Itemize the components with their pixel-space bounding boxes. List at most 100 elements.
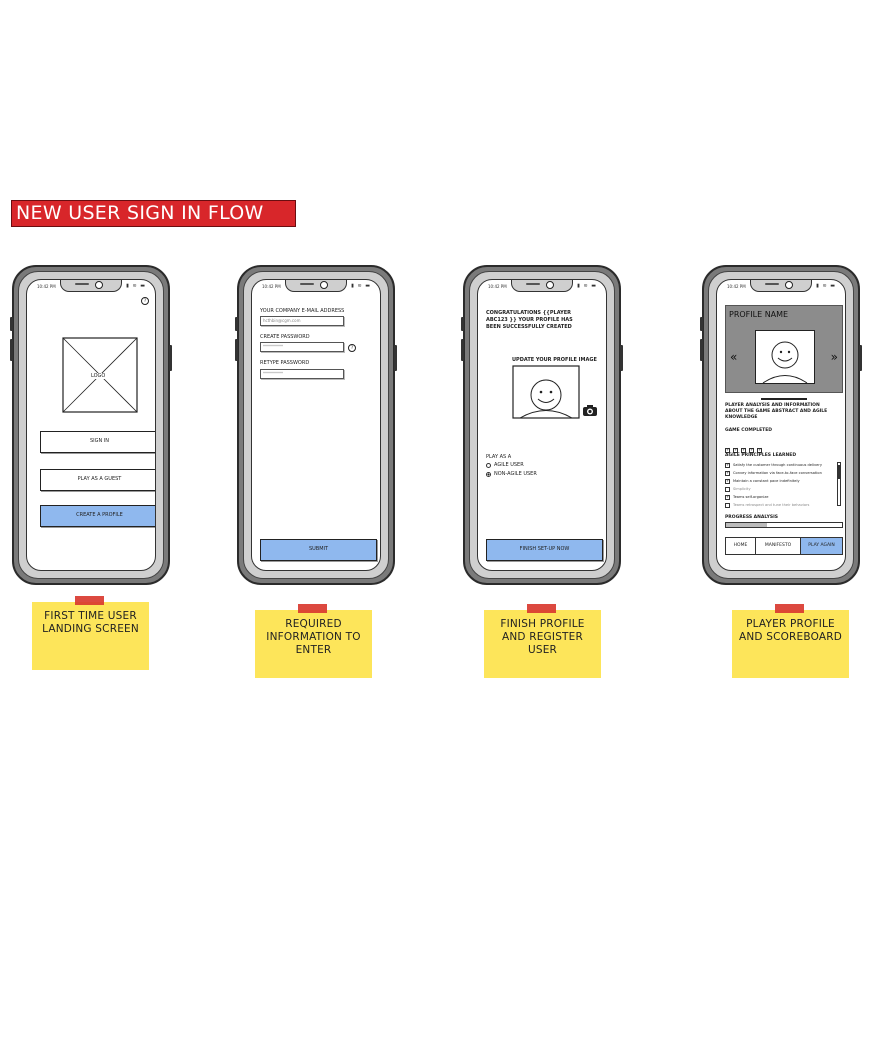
- prev-arrow-icon[interactable]: «: [730, 350, 737, 364]
- phone-required-info: 10:42 PM ▮ ≋ ▬ YOUR COMPANY E-MAIL ADDRE…: [235, 265, 397, 585]
- game-completed-label: GAME COMPLETED: [725, 428, 773, 433]
- phone-side-button: [235, 339, 238, 361]
- status-icons: ▮ ≋ ▬: [816, 283, 836, 289]
- password-label: CREATE PASSWORD: [260, 334, 310, 340]
- notch: [750, 280, 812, 292]
- phone-player-profile: 10:42 PM ▮ ≋ ▬ PROFILE NAME « » PLAYER A…: [700, 265, 862, 585]
- retype-password-label: RETYPE PASSWORD: [260, 360, 310, 366]
- radio-agile-user[interactable]: [486, 463, 491, 468]
- help-icon[interactable]: ?: [348, 344, 356, 352]
- camera-icon[interactable]: [582, 404, 598, 417]
- principle-label: Simplicity: [733, 487, 751, 491]
- notch: [285, 280, 347, 292]
- note-text: FIRST TIME USER LANDING SCREEN: [42, 610, 139, 635]
- principle-item: Teams retrospect and tune their behavior…: [725, 501, 833, 509]
- phone-side-button: [700, 339, 703, 361]
- screen-player-profile: 10:42 PM ▮ ≋ ▬ PROFILE NAME « » PLAYER A…: [716, 279, 846, 571]
- phone-side-button: [620, 345, 623, 371]
- sticky-note: PLAYER PROFILE AND SCOREBOARD: [732, 604, 849, 678]
- tape: [298, 604, 327, 613]
- tab-play-again[interactable]: PLAY AGAIN: [801, 538, 842, 554]
- profile-header: PROFILE NAME « »: [725, 305, 843, 393]
- congratulations-message: CONGRATULATIONS {{PLAYER ABC123 }} YOUR …: [486, 310, 573, 330]
- phone-side-button: [859, 345, 862, 371]
- status-icons: ▮ ≋ ▬: [126, 283, 146, 289]
- principle-item: ✓ Satisfy the customer through continuous…: [725, 461, 833, 469]
- notch: [511, 280, 573, 292]
- sign-in-button[interactable]: SIGN IN: [40, 431, 155, 453]
- progress-bar: [725, 522, 843, 528]
- profile-name: PROFILE NAME: [729, 310, 789, 319]
- progress-analysis-label: PROGRESS ANALYSIS: [725, 515, 778, 520]
- principle-checkbox[interactable]: ✓: [725, 494, 730, 500]
- note-text: PLAYER PROFILE AND SCOREBOARD: [738, 618, 843, 643]
- scrollbar-thumb[interactable]: [838, 465, 840, 479]
- principle-label: Satisfy the customer through continuous …: [733, 463, 822, 467]
- principle-checkbox[interactable]: [725, 502, 730, 508]
- status-time: 10:42 PM: [262, 284, 281, 289]
- submit-button[interactable]: SUBMIT: [260, 539, 377, 561]
- update-image-label: UPDATE YOUR PROFILE IMAGE: [512, 357, 597, 363]
- avatar[interactable]: [512, 365, 580, 419]
- principles-label: AGILE PRINCIPLES LEARNED: [725, 453, 797, 458]
- tab-home[interactable]: HOME: [726, 538, 756, 554]
- non-agile-user-label: NON-AGILE USER: [494, 471, 537, 477]
- logo-label: LOGO: [90, 373, 107, 379]
- phone-side-button: [10, 339, 13, 361]
- phone-side-button: [461, 339, 464, 361]
- principle-label: Teams self-organize: [733, 495, 769, 499]
- phone-finish-profile: 10:42 PM ▮ ≋ ▬ CONGRATULATIONS {{PLAYER …: [461, 265, 623, 585]
- email-label: YOUR COMPANY E-MAIL ADDRESS: [260, 308, 345, 314]
- principle-checkbox[interactable]: ✓: [725, 478, 730, 484]
- password-field[interactable]: **********: [260, 342, 344, 352]
- carousel-indicator: [761, 398, 807, 400]
- avatar: [755, 330, 815, 384]
- flow-title: NEW USER SIGN IN FLOW: [11, 200, 296, 227]
- principle-checkbox[interactable]: ✓: [725, 470, 730, 476]
- phone-side-button: [10, 317, 13, 331]
- principle-item: ✓ Teams self-organize: [725, 493, 833, 501]
- status-time: 10:42 PM: [37, 284, 56, 289]
- radio-non-agile-user[interactable]: [486, 472, 491, 477]
- player-analysis-text: PLAYER ANALYSIS AND INFORMATION ABOUT TH…: [725, 403, 828, 420]
- principles-scrollbar[interactable]: [837, 462, 841, 506]
- principle-item: Simplicity: [725, 485, 833, 493]
- screen-landing: 10:42 PM ▮ ≋ ▬ ? LOGO SIGN IN PLAY AS A …: [26, 279, 156, 571]
- notch: [60, 280, 122, 292]
- sticky-note: FINISH PROFILE AND REGISTER USER: [484, 604, 601, 678]
- phone-side-button: [700, 317, 703, 331]
- phone-side-button: [461, 317, 464, 331]
- principle-checkbox[interactable]: [725, 486, 730, 492]
- screen-finish-profile: 10:42 PM ▮ ≋ ▬ CONGRATULATIONS {{PLAYER …: [477, 279, 607, 571]
- tape: [775, 604, 804, 613]
- bottom-nav: HOME MANIFESTO PLAY AGAIN: [725, 537, 843, 555]
- sticky-note: REQUIRED INFORMATION TO ENTER: [255, 604, 372, 678]
- retype-password-field[interactable]: **********: [260, 369, 344, 379]
- phone-side-button: [169, 345, 172, 371]
- status-time: 10:42 PM: [488, 284, 507, 289]
- principle-item: ✓ Maintain a constant pace indefinitely: [725, 477, 833, 485]
- sticky-note: FIRST TIME USER LANDING SCREEN: [32, 596, 149, 670]
- play-as-guest-button[interactable]: PLAY AS A GUEST: [40, 469, 155, 491]
- email-field[interactable]: hcthbin@cgm.com: [260, 316, 344, 326]
- principle-label: Convey information via face-to-face conv…: [733, 471, 822, 475]
- play-as-label: PLAY AS A: [486, 454, 512, 460]
- agile-user-label: AGILE USER: [494, 462, 524, 468]
- note-text: REQUIRED INFORMATION TO ENTER: [266, 618, 361, 656]
- principle-checkbox[interactable]: ✓: [725, 462, 730, 468]
- status-icons: ▮ ≋ ▬: [577, 283, 597, 289]
- principle-label: Teams retrospect and tune their behavior…: [733, 503, 810, 507]
- next-arrow-icon[interactable]: »: [831, 350, 838, 364]
- finish-setup-button[interactable]: FINISH SET-UP NOW: [486, 539, 603, 561]
- principle-label: Maintain a constant pace indefinitely: [733, 479, 800, 483]
- help-icon[interactable]: ?: [141, 297, 149, 305]
- tape: [75, 596, 104, 605]
- principle-item: ✓ Convey information via face-to-face con…: [725, 469, 833, 477]
- phone-landing-screen: 10:42 PM ▮ ≋ ▬ ? LOGO SIGN IN PLAY AS A …: [10, 265, 172, 585]
- note-text: FINISH PROFILE AND REGISTER USER: [500, 618, 585, 656]
- create-profile-button[interactable]: CREATE A PROFILE: [40, 505, 155, 527]
- principles-list: ✓ Satisfy the customer through continuous…: [725, 461, 833, 509]
- tab-manifesto[interactable]: MANIFESTO: [756, 538, 801, 554]
- screen-required-info: 10:42 PM ▮ ≋ ▬ YOUR COMPANY E-MAIL ADDRE…: [251, 279, 381, 571]
- phone-side-button: [235, 317, 238, 331]
